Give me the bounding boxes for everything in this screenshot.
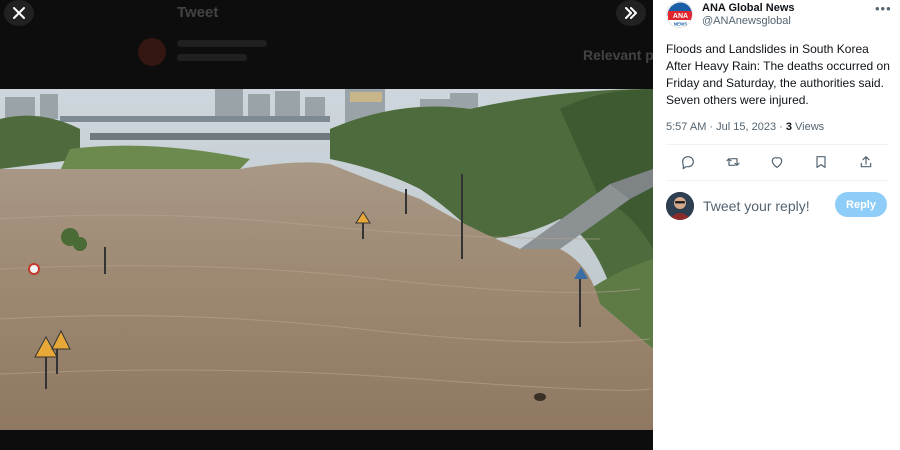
author-name[interactable]: ANA Global News (702, 2, 795, 14)
double-chevron-right-icon (625, 7, 637, 19)
tweet-text: Floods and Landslides in South Korea Aft… (666, 42, 890, 107)
more-options-icon[interactable]: ••• (875, 1, 892, 16)
svg-text:ANA: ANA (673, 13, 688, 20)
background-text-line (177, 40, 267, 47)
like-button[interactable] (767, 152, 787, 172)
expand-panel-button[interactable] (616, 0, 646, 26)
divider (666, 180, 888, 181)
divider (666, 144, 888, 145)
flood-photo (0, 89, 653, 430)
tweet-panel: ANA NEWS ANA Global News @ANAnewsglobal … (653, 0, 900, 450)
bookmark-button[interactable] (811, 152, 831, 172)
bookmark-icon (816, 156, 826, 168)
user-avatar[interactable] (666, 192, 694, 220)
like-icon (771, 157, 783, 168)
background-related-heading: Relevant p (583, 47, 653, 63)
reply-submit-button[interactable]: Reply (835, 192, 887, 217)
author-avatar[interactable]: ANA NEWS (666, 1, 693, 28)
share-button[interactable] (856, 152, 876, 172)
tweet-timestamp[interactable]: 5:57 AM · Jul 15, 2023 · (666, 121, 786, 133)
close-button[interactable] (4, 0, 34, 26)
tweet-meta: 5:57 AM · Jul 15, 2023 · 3 Views (666, 121, 824, 133)
svg-text:NEWS: NEWS (674, 22, 688, 27)
media-viewer: Tweet Relevant p (0, 0, 653, 450)
author-handle[interactable]: @ANAnewsglobal (702, 15, 791, 27)
ana-news-logo: ANA NEWS (667, 2, 692, 27)
views-label: Views (791, 121, 825, 133)
retweet-button[interactable] (723, 152, 743, 172)
reply-button[interactable] (678, 152, 698, 172)
reply-icon (682, 156, 695, 170)
tweet-actions (666, 151, 888, 173)
user-avatar-image (666, 192, 694, 220)
close-icon (13, 7, 25, 19)
background-text-line (177, 54, 247, 61)
retweet-icon (725, 158, 740, 166)
share-icon (860, 156, 872, 168)
reply-input[interactable] (703, 196, 833, 216)
background-avatar (138, 38, 166, 66)
background-tweet-title: Tweet (177, 4, 219, 21)
